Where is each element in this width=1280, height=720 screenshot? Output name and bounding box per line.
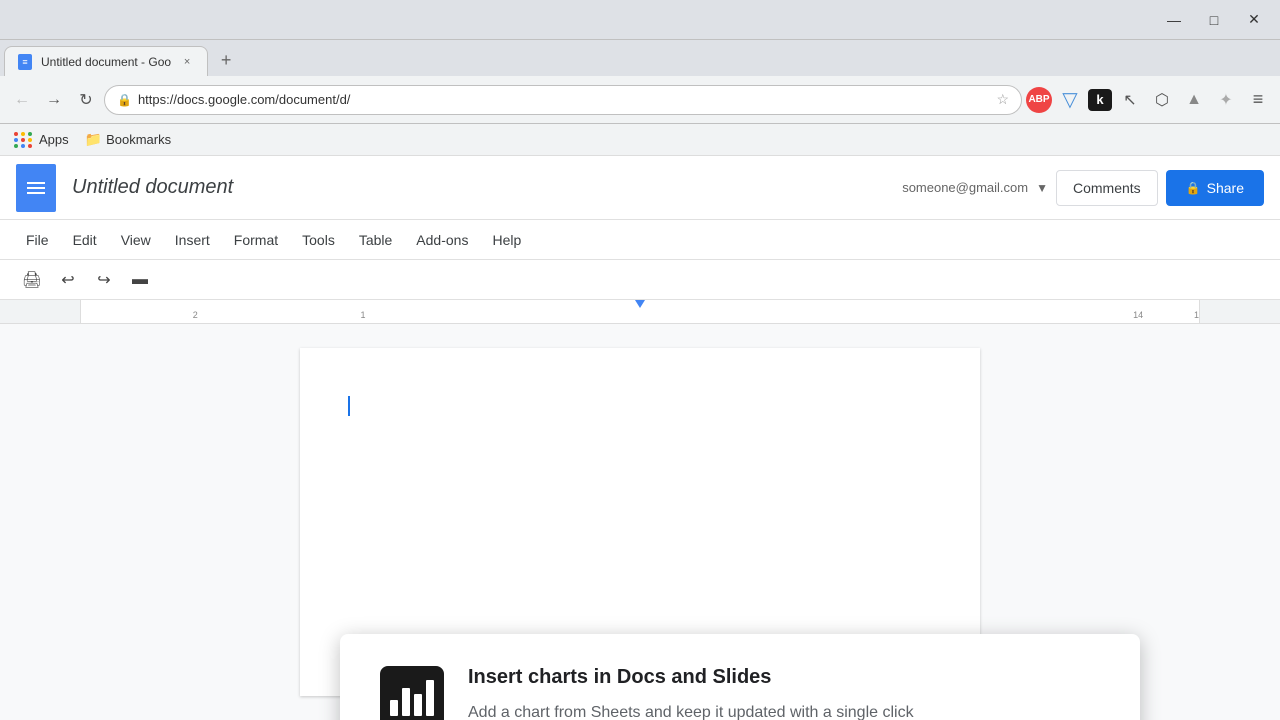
chart-bars-icon (390, 680, 434, 716)
extensions-area: ABP ▽ k ↖ ⬡ ▲ ✦ ≡ (1026, 86, 1272, 114)
docs-logo-lines (27, 182, 45, 194)
docs-logo-line (27, 182, 45, 184)
browser-menu-button[interactable]: ≡ (1244, 86, 1272, 114)
apps-dot (21, 138, 25, 142)
apps-dot (28, 144, 32, 148)
downarrow-extension-button[interactable]: ▽ (1056, 86, 1084, 114)
document-title[interactable]: Untitled document (72, 176, 233, 199)
bookmarks-label: Bookmarks (106, 132, 171, 147)
apps-label: Apps (39, 132, 69, 147)
print-button[interactable]: 🖨 (16, 266, 48, 294)
menu-item-table[interactable]: Table (349, 226, 402, 254)
active-tab[interactable]: Untitled document - Goo × (4, 46, 208, 76)
docs-logo-line (27, 187, 45, 189)
docs-toolbar: 🖨 ↩ ↪ ▬ (0, 260, 1280, 300)
cursor-extension-button[interactable]: ↖ (1116, 86, 1144, 114)
docs-logo-line (27, 192, 45, 194)
folder-icon: 📁 (85, 131, 102, 148)
share-button[interactable]: 🔒 Share (1166, 170, 1264, 206)
star-extension-button[interactable]: ✦ (1212, 86, 1240, 114)
user-email: someone@gmail.com (902, 180, 1028, 195)
ruler-mark-1: 1 (361, 310, 366, 320)
close-button[interactable]: ✕ (1236, 6, 1272, 34)
triangle-extension-button[interactable]: ▲ (1180, 86, 1208, 114)
ruler-triangle (635, 300, 645, 308)
ruler-mark-14: 14 (1133, 310, 1143, 320)
url-text: https://docs.google.com/document/d/ (138, 92, 990, 107)
tooltip-description: Add a chart from Sheets and keep it upda… (468, 701, 1100, 720)
docs-menu-bar: FileEditViewInsertFormatToolsTableAdd-on… (0, 220, 1280, 260)
ruler-mark-2: 2 (193, 310, 198, 320)
tooltip-chart-icon (380, 666, 444, 720)
tab-favicon (17, 54, 33, 70)
back-button[interactable]: ← (8, 86, 36, 114)
ruler: 2 1 14 1 (0, 300, 1280, 324)
apps-grid-icon (14, 132, 33, 148)
url-bar[interactable]: 🔒 https://docs.google.com/document/d/ ☆ (104, 85, 1022, 115)
apps-dot (14, 132, 18, 136)
tab-title: Untitled document - Goo (41, 55, 171, 69)
menu-item-view[interactable]: View (111, 226, 161, 254)
tab-bar: Untitled document - Goo × + (0, 40, 1280, 76)
share-lock-icon: 🔒 (1186, 181, 1201, 195)
menu-item-tools[interactable]: Tools (292, 226, 345, 254)
title-bar: — □ ✕ (0, 0, 1280, 40)
docs-area: Untitled document someone@gmail.com ▼ Co… (0, 156, 1280, 720)
bookmarks-bar: Apps 📁 Bookmarks (0, 124, 1280, 156)
menu-item-edit[interactable]: Edit (63, 226, 107, 254)
address-bar: ← → ↻ 🔒 https://docs.google.com/document… (0, 76, 1280, 124)
browser-window: — □ ✕ Untitled document - Goo × + ← → ↻ … (0, 0, 1280, 720)
reload-button[interactable]: ↻ (72, 86, 100, 114)
new-tab-button[interactable]: + (212, 46, 240, 74)
k-extension-button[interactable]: k (1088, 89, 1112, 111)
apps-dot (14, 144, 18, 148)
menu-item-add-ons[interactable]: Add-ons (406, 226, 478, 254)
chart-bar (414, 694, 422, 716)
comments-button[interactable]: Comments (1056, 170, 1158, 206)
ruler-track: 2 1 14 1 (80, 300, 1200, 323)
forward-button[interactable]: → (40, 86, 68, 114)
menu-item-format[interactable]: Format (224, 226, 288, 254)
minimize-button[interactable]: — (1156, 6, 1192, 34)
tooltip-popup: Insert charts in Docs and Slides Add a c… (340, 634, 1140, 720)
apps-dot (21, 132, 25, 136)
docs-logo (16, 164, 56, 212)
menu-item-file[interactable]: File (16, 226, 59, 254)
menu-item-help[interactable]: Help (482, 226, 531, 254)
apps-dot (28, 132, 32, 136)
redo-button[interactable]: ↪ (88, 266, 120, 294)
paint-format-button[interactable]: ▬ (124, 266, 156, 294)
maximize-button[interactable]: □ (1196, 6, 1232, 34)
apps-dot (28, 138, 32, 142)
tooltip-content: Insert charts in Docs and Slides Add a c… (468, 666, 1100, 720)
tooltip-title: Insert charts in Docs and Slides (468, 666, 1100, 689)
tab-close-button[interactable]: × (179, 54, 195, 70)
chart-bar (402, 688, 410, 716)
text-cursor (348, 396, 350, 416)
chart-bar (426, 680, 434, 716)
ruler-mark-1r: 1 (1194, 310, 1199, 320)
bookmarks-folder[interactable]: 📁 Bookmarks (79, 127, 177, 152)
lock-icon: 🔒 (117, 93, 132, 107)
docs-header-right: someone@gmail.com ▼ Comments 🔒 Share (902, 170, 1264, 206)
docs-favicon-icon (18, 54, 32, 70)
shield-extension-button[interactable]: ⬡ (1148, 86, 1176, 114)
apps-dot (14, 138, 18, 142)
apps-button[interactable]: Apps (8, 128, 75, 152)
chart-bar (390, 700, 398, 716)
share-label: Share (1207, 180, 1244, 196)
bookmark-star-icon[interactable]: ☆ (996, 91, 1009, 108)
menu-item-insert[interactable]: Insert (165, 226, 220, 254)
user-dropdown-icon[interactable]: ▼ (1036, 181, 1048, 195)
apps-dot (21, 144, 25, 148)
undo-button[interactable]: ↩ (52, 266, 84, 294)
docs-header: Untitled document someone@gmail.com ▼ Co… (0, 156, 1280, 220)
adblock-extension-button[interactable]: ABP (1026, 87, 1052, 113)
document-area: Insert charts in Docs and Slides Add a c… (0, 324, 1280, 720)
window-controls: — □ ✕ (1156, 6, 1272, 34)
